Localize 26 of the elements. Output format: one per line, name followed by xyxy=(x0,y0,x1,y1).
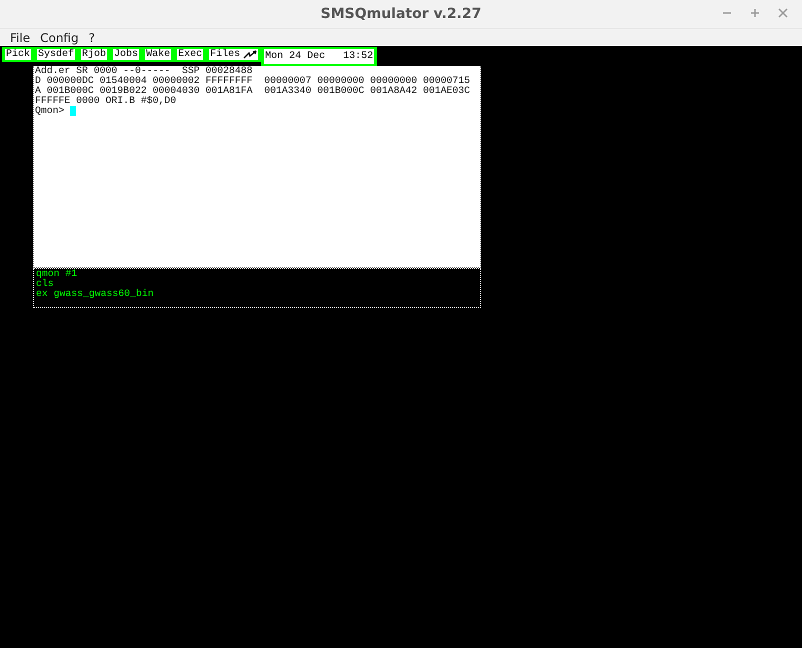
command-line: cls xyxy=(36,279,54,289)
maximize-button[interactable] xyxy=(748,6,762,20)
close-icon xyxy=(776,6,790,20)
output-line: FFFFFE 0000 ORI.B #$0,D0 xyxy=(35,96,176,106)
output-line: Add.er SR 0000 --0----- SSP 00028488 xyxy=(35,66,253,76)
toolbar-button[interactable]: Exec xyxy=(174,47,206,62)
menu-item[interactable]: Config xyxy=(40,30,79,44)
lightning-icon xyxy=(243,50,258,59)
prompt-text: Qmon> xyxy=(35,106,64,116)
clock-display: Mon 24 Dec 13:52 xyxy=(261,47,378,66)
maximize-icon xyxy=(748,6,762,20)
output-line: A 001B000C 0019B022 00004030 001A81FA 001A3340 001B000C 001A8A42 001AE03C xyxy=(35,86,470,96)
text-cursor xyxy=(70,106,76,116)
command-line: ex gwass_gwass60_bin xyxy=(36,289,154,299)
toolbar-button[interactable]: Rjob xyxy=(78,47,110,62)
menu-item[interactable]: File xyxy=(10,30,30,44)
command-line: qmon #1 xyxy=(36,269,78,279)
close-button[interactable] xyxy=(776,6,790,20)
toolbar-button[interactable]: Wake xyxy=(142,47,174,62)
output-line: D 000000DC 01540004 00000002 FFFFFFFF 00000007 00000000 00000000 00000715 xyxy=(35,76,470,86)
toolbar-button[interactable]: Files xyxy=(206,47,262,62)
menu-item[interactable]: ? xyxy=(88,30,95,44)
toolbar-button[interactable]: Pick xyxy=(2,47,34,62)
toolbar-button[interactable]: Jobs xyxy=(110,47,142,62)
window-title: SMSQmulator v.2.27 xyxy=(320,6,482,22)
toolbar-button[interactable]: Sysdef xyxy=(34,47,78,62)
